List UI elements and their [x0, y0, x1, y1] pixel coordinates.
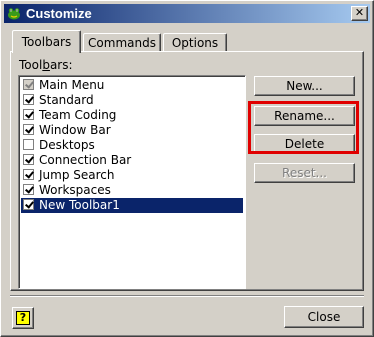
toolbar-list-item[interactable]: Team Coding	[21, 108, 243, 123]
toolbars-list-label: Toolbars:	[19, 58, 73, 72]
window-title: Customize	[26, 6, 92, 21]
close-window-button[interactable]: ✕	[351, 6, 368, 21]
toolbar-item-label: Desktops	[39, 138, 95, 152]
toolbar-checkbox[interactable]	[23, 124, 34, 135]
highlight-box	[248, 101, 359, 154]
toolbar-item-label: Window Bar	[39, 123, 111, 137]
tab-options[interactable]: Options	[163, 33, 227, 52]
divider	[10, 295, 364, 297]
toolbar-item-label: Team Coding	[39, 108, 117, 122]
toolbar-list-item[interactable]: Window Bar	[21, 123, 243, 138]
toolbar-list-item[interactable]: Main Menu	[21, 78, 243, 93]
toolbar-item-label: Connection Bar	[39, 153, 132, 167]
reset-button: Reset...	[254, 163, 355, 183]
toolbar-list-item[interactable]: Connection Bar	[21, 153, 243, 168]
title-bar: Customize ✕	[4, 4, 370, 23]
toolbar-checkbox[interactable]	[23, 184, 34, 195]
toolbar-checkbox[interactable]	[23, 109, 34, 120]
toolbar-item-label: New Toolbar1	[39, 198, 120, 212]
toolbar-item-label: Main Menu	[39, 78, 105, 92]
toolbar-checkbox[interactable]	[23, 139, 34, 150]
toolbar-item-label: Workspaces	[39, 183, 111, 197]
toolbar-checkbox[interactable]	[23, 199, 34, 210]
toolbar-checkbox	[23, 79, 34, 90]
toolbar-checkbox[interactable]	[23, 94, 34, 105]
toolbar-checkbox[interactable]	[23, 154, 34, 165]
tab-toolbars[interactable]: Toolbars	[12, 30, 81, 53]
toolbar-item-label: Jump Search	[39, 168, 115, 182]
toolbar-list-item[interactable]: Workspaces	[21, 183, 243, 198]
help-icon: ?	[16, 311, 30, 325]
close-button[interactable]: Close	[284, 306, 364, 328]
tab-commands[interactable]: Commands	[83, 33, 161, 52]
toolbar-item-label: Standard	[39, 93, 94, 107]
new-button[interactable]: New...	[254, 76, 355, 96]
toolbar-list-item[interactable]: Desktops	[21, 138, 243, 153]
app-frog-icon	[8, 8, 20, 20]
toolbar-list-item[interactable]: Standard	[21, 93, 243, 108]
toolbars-list[interactable]: Main Menu Standard Team Coding Window Bar De…	[18, 75, 246, 289]
toolbar-list-item[interactable]: New Toolbar1	[21, 198, 243, 213]
close-icon: ✕	[354, 6, 365, 19]
customize-dialog: Customize ✕ Toolbars Commands Options To…	[0, 0, 374, 337]
help-button[interactable]: ?	[12, 307, 34, 329]
toolbar-list-item[interactable]: Jump Search	[21, 168, 243, 183]
toolbar-checkbox[interactable]	[23, 169, 34, 180]
